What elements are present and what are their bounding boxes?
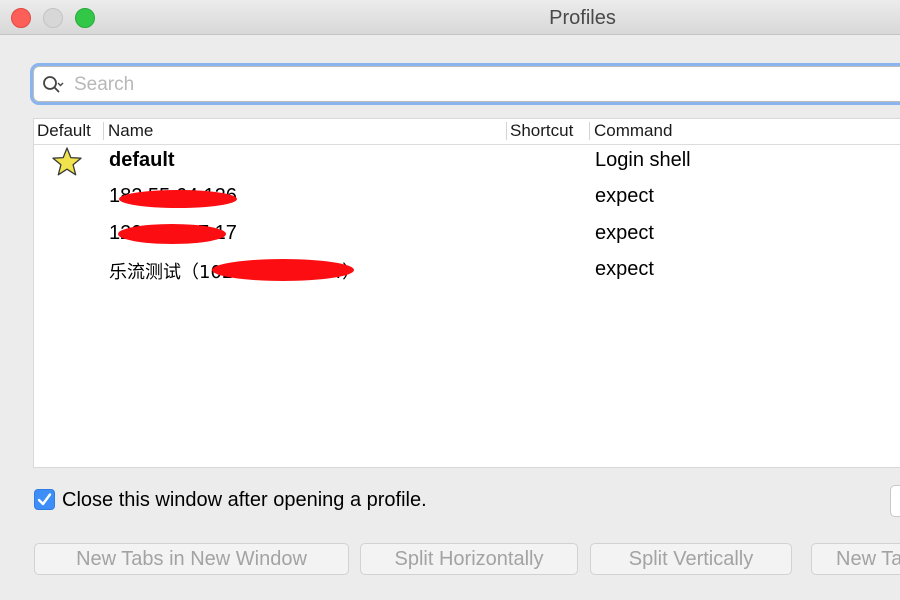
column-header-shortcut[interactable]: Shortcut [510,121,573,143]
column-divider [589,122,590,140]
search-input[interactable] [72,73,876,97]
new-tabs-in-new-window-button[interactable]: New Tabs in New Window [34,543,349,575]
split-horizontally-button[interactable]: Split Horizontally [360,543,578,575]
column-divider [103,122,104,140]
partial-button[interactable] [890,485,900,517]
table-header: Default Name Shortcut Command [34,119,900,145]
checkmark-icon [37,493,52,506]
title-bar: Profiles [0,0,900,35]
search-field[interactable] [33,66,900,102]
close-window-label[interactable]: Close this window after opening a profil… [62,489,427,512]
column-header-command[interactable]: Command [594,121,672,143]
profiles-table: Default Name Shortcut Command default Lo… [33,118,900,468]
column-header-default[interactable]: Default [37,121,91,143]
column-divider [506,122,507,140]
search-icon[interactable] [42,74,64,96]
split-vertically-button[interactable]: Split Vertically [590,543,792,575]
new-tab-button[interactable]: New Ta [811,543,900,575]
default-star-icon [52,147,82,176]
close-window-checkbox[interactable] [34,489,55,510]
profile-command: expect [595,185,654,207]
redaction-mark [212,259,354,281]
table-row[interactable]: 120.121.47.17 expect [34,217,900,253]
table-row[interactable]: default Login shell [34,144,900,180]
redaction-mark [118,224,226,244]
window-title: Profiles [549,7,616,29]
column-header-name[interactable]: Name [108,121,153,143]
profile-command: expect [595,258,654,280]
profile-name: default [109,149,175,171]
table-row[interactable]: 乐流测试（102.168.21.134） expect [34,253,900,289]
profile-command: expect [595,222,654,244]
table-row[interactable]: 182.55.64.126 expect [34,180,900,216]
profile-command: Login shell [595,149,691,171]
redaction-mark [119,190,237,208]
